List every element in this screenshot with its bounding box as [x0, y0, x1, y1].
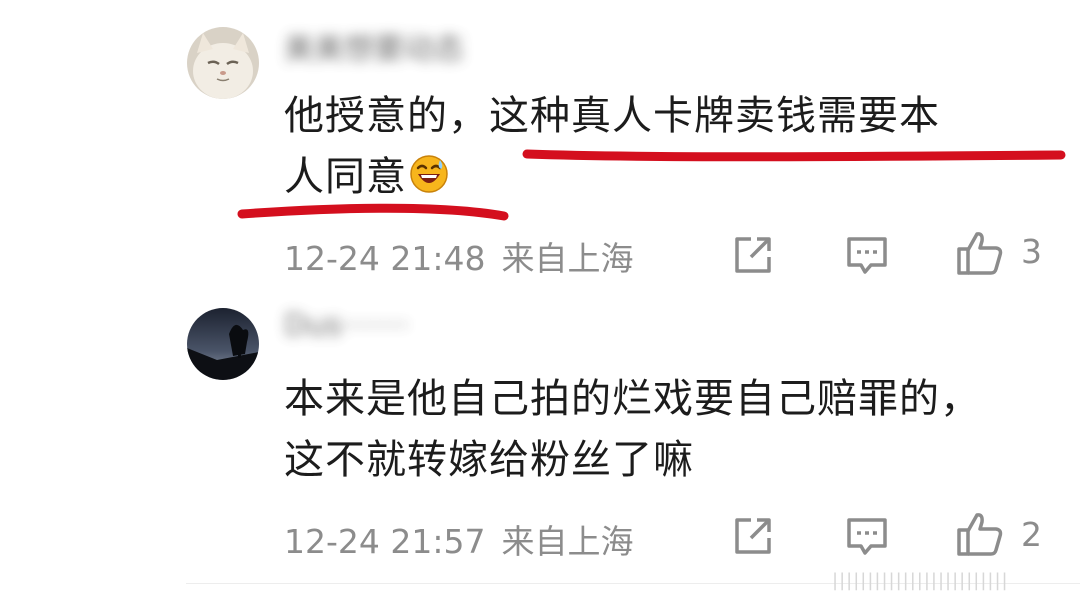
thumbs-up-icon — [957, 513, 1003, 556]
comment-text-line: 本来是他自己拍的烂戏要自己赔罪的， — [284, 376, 981, 422]
share-button[interactable] — [729, 512, 777, 560]
comment-icon — [847, 518, 887, 555]
watermark: ||||||||||||||||||||||||| — [832, 570, 1009, 591]
share-icon — [735, 518, 771, 554]
comment-meta: 12-24 21:57 来自上海 — [284, 515, 633, 563]
dusk-landscape-avatar-icon — [187, 308, 259, 380]
timestamp: 12-24 21:57 — [284, 522, 486, 561]
comment-text: 本来是他自己拍的烂戏要自己赔罪的， 这不就转嫁给粉丝了嘛 — [284, 369, 1054, 491]
comment-item: Dus······· 本来是他自己拍的烂戏要自己赔罪的， 这不就转嫁给粉丝了嘛 … — [0, 0, 1080, 600]
location: 来自上海 — [501, 522, 634, 561]
username[interactable]: Dus······· — [284, 308, 409, 343]
comment-text-line: 这不就转嫁给粉丝了嘛 — [284, 437, 694, 483]
like-count: 2 — [1021, 515, 1042, 554]
like-button[interactable] — [955, 509, 1003, 557]
reply-button[interactable] — [843, 512, 891, 560]
avatar[interactable] — [187, 308, 259, 380]
